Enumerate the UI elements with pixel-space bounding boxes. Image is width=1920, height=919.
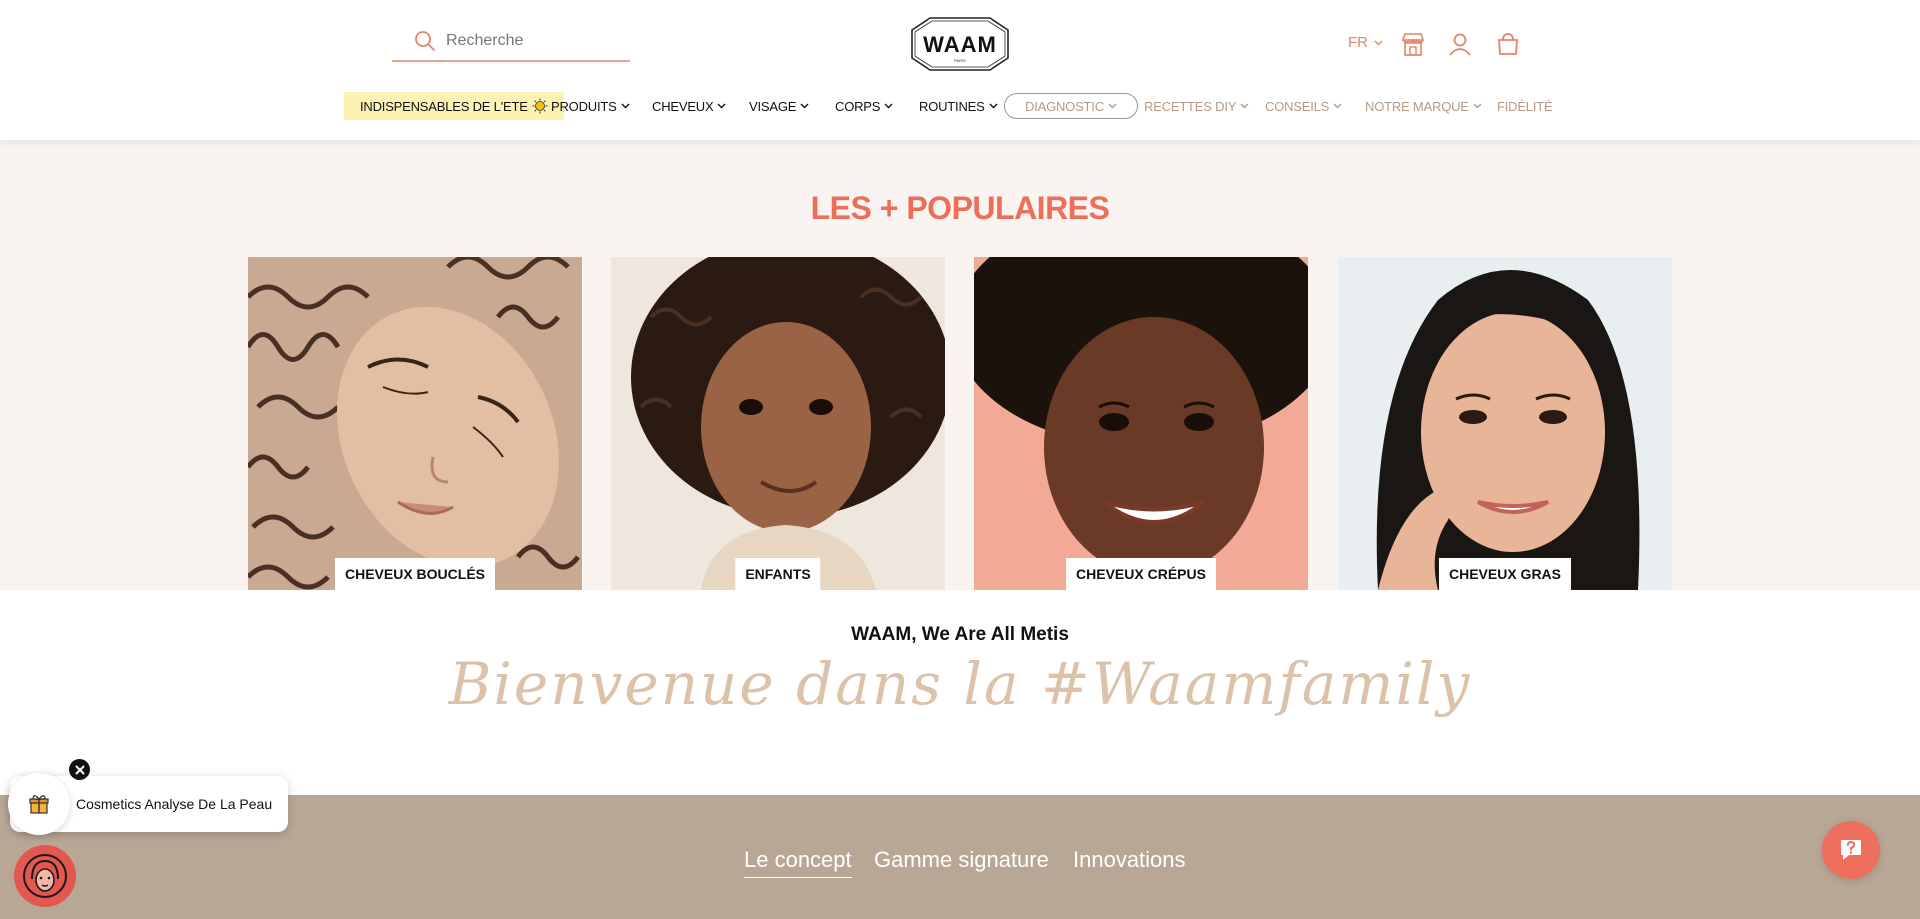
cart-icon[interactable] (1494, 30, 1522, 58)
chevron-down-icon (1333, 103, 1342, 109)
gift-circle (8, 773, 70, 835)
section-title: LES + POPULAIRES (810, 190, 1110, 226)
nav-item-fidelite[interactable]: FIDÉLITÉ (1497, 92, 1553, 120)
nav-item-label: FIDÉLITÉ (1497, 98, 1553, 114)
nav-item-label: RECETTES DIY (1144, 98, 1237, 114)
nav-item-routines[interactable]: ROUTINES (919, 92, 998, 120)
concept-band: Le concept Gamme signature Innovations (0, 795, 1920, 919)
tab-gamme-signature[interactable]: Gamme signature (874, 847, 1049, 873)
category-card-cheveux-gras[interactable]: CHEVEUX GRAS (1338, 257, 1672, 590)
chevron-down-icon (800, 103, 809, 109)
category-card-cheveux-boucles[interactable]: CHEVEUX BOUCLÉS (248, 257, 582, 590)
gift-popup[interactable]: Cosmetics Analyse De La Peau (8, 773, 288, 835)
nav-item-conseils[interactable]: CONSEILS (1265, 92, 1342, 120)
nav-item-label: VISAGE (749, 98, 797, 114)
nav-item-notre-marque[interactable]: NOTRE MARQUE (1365, 92, 1482, 120)
tab-innovations[interactable]: Innovations (1073, 847, 1186, 873)
nav-item-label: DIAGNOSTIC (1025, 98, 1104, 114)
nav-item-produits[interactable]: PRODUITS (551, 92, 630, 120)
populaires-section: LES + POPULAIRES CHEVEUX BOUCLÉS ENFANTS… (0, 140, 1920, 590)
language-label: FR (1348, 34, 1368, 51)
nav-item-cheveux[interactable]: CHEVEUX (652, 92, 726, 120)
nav-item-label: NOTRE MARQUE (1365, 98, 1469, 114)
card-photo (1338, 257, 1672, 590)
nav-item-recettes-diy[interactable]: RECETTES DIY (1144, 92, 1249, 120)
gift-popup-text: Cosmetics Analyse De La Peau (76, 796, 273, 812)
nav-item-label: CORPS (835, 98, 881, 114)
family-heading: WAAM, We Are All Metis (851, 624, 1069, 645)
nav-item-indispensables[interactable]: INDISPENSABLES DE L'ETE (344, 92, 564, 120)
chevron-down-icon (717, 103, 726, 109)
account-icon[interactable] (1446, 30, 1474, 58)
card-photo (974, 257, 1308, 590)
logo-sub: PARIS (954, 58, 966, 63)
skin-analysis-avatar-button[interactable] (14, 845, 76, 907)
chevron-down-icon (1473, 103, 1482, 109)
nav-item-label: CONSEILS (1265, 98, 1330, 114)
card-label: CHEVEUX CRÉPUS (1066, 558, 1216, 590)
waam-logo[interactable]: WAAM PARIS (910, 16, 1010, 72)
chevron-down-icon (884, 103, 893, 109)
nav-item-label: ROUTINES (919, 98, 985, 114)
chevron-down-icon (1240, 103, 1249, 109)
face-icon (23, 854, 67, 898)
card-label: CHEVEUX BOUCLÉS (334, 558, 496, 590)
language-selector[interactable]: FR (1348, 34, 1383, 51)
chevron-down-icon (1374, 40, 1383, 45)
category-card-cheveux-crepus[interactable]: CHEVEUX CRÉPUS (974, 257, 1308, 590)
close-icon[interactable] (69, 759, 90, 780)
nav-item-label: CHEVEUX (652, 98, 714, 114)
logo-text: WAAM (923, 32, 997, 57)
chevron-down-icon (989, 103, 998, 109)
chevron-down-icon (1108, 103, 1117, 109)
search-bar[interactable] (392, 22, 630, 62)
nav-item-visage[interactable]: VISAGE (749, 92, 809, 120)
nav-item-corps[interactable]: CORPS (835, 92, 893, 120)
card-photo (248, 257, 582, 590)
family-section: WAAM, We Are All Metis Bienvenue dans la… (0, 590, 1920, 795)
card-label: CHEVEUX GRAS (1438, 558, 1572, 590)
card-label: ENFANTS (735, 558, 821, 590)
tab-le-concept[interactable]: Le concept (744, 847, 852, 878)
search-input[interactable] (446, 32, 616, 50)
store-icon[interactable] (1399, 30, 1427, 58)
search-icon[interactable] (414, 30, 436, 52)
nav-item-diagnostic[interactable]: DIAGNOSTIC (1004, 93, 1138, 119)
nav-item-label: INDISPENSABLES DE L'ETE (360, 98, 528, 114)
help-chat-button[interactable] (1822, 821, 1880, 879)
nav-item-label: PRODUITS (551, 98, 617, 114)
family-script: Bienvenue dans la #Waamfamily (448, 650, 1472, 718)
sun-icon (532, 98, 548, 114)
card-photo (611, 257, 945, 590)
category-card-enfants[interactable]: ENFANTS (611, 257, 945, 590)
gift-icon (29, 795, 49, 814)
chat-question-icon (1841, 840, 1861, 860)
site-header: WAAM PARIS FR INDISPENSABLES DE L'ETE PR… (0, 0, 1920, 140)
chevron-down-icon (621, 103, 630, 109)
main-nav: INDISPENSABLES DE L'ETE PRODUITS CHEVEUX… (0, 92, 1920, 120)
